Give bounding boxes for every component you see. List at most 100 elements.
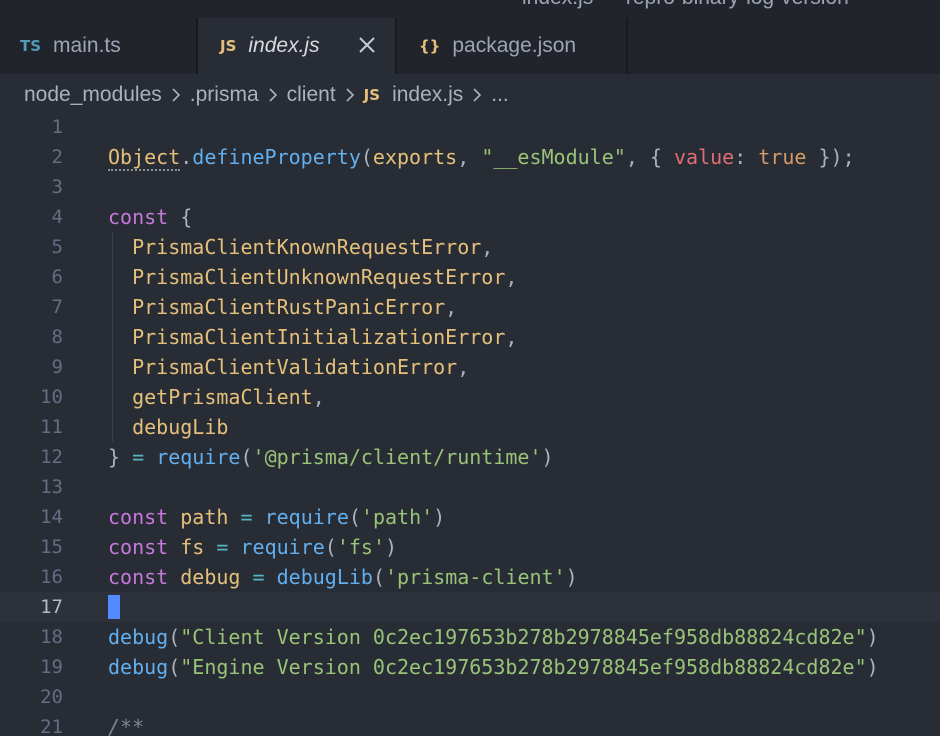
code-line[interactable]: 2 Object.defineProperty(exports, "__esMod… (0, 142, 940, 172)
line-number: 16 (40, 566, 63, 588)
line-number: 18 (40, 626, 63, 648)
code-text: debugLib (108, 412, 228, 442)
tab-index-js[interactable]: JS index.js (198, 18, 397, 74)
code-text: const debug = debugLib('prisma-client') (108, 562, 578, 592)
code-line[interactable]: 16 const debug = debugLib('prisma-client'… (0, 562, 940, 592)
code-line[interactable]: 17 (0, 592, 940, 622)
line-number: 19 (40, 656, 63, 678)
code-token: '@prisma/client/runtime' (252, 445, 542, 469)
code-token: const (108, 205, 169, 229)
javascript-file-icon: JS (363, 86, 381, 104)
code-token: PrismaClientRustPanicError (132, 295, 446, 319)
code-line[interactable]: 8 PrismaClientInitializationError, (0, 322, 940, 352)
chevron-right-icon (346, 88, 354, 102)
code-token: = (216, 535, 229, 559)
code-token: ) (541, 445, 554, 469)
line-number: 1 (51, 116, 63, 138)
code-line[interactable]: 11 debugLib (0, 412, 940, 442)
code-token: debug (108, 655, 169, 679)
breadcrumb-item-client[interactable]: client (287, 83, 336, 107)
code-line[interactable]: 18 debug("Client Version 0c2ec197653b278b… (0, 622, 940, 652)
tab-label: package.json (452, 34, 577, 57)
chevron-right-icon (473, 88, 482, 102)
editor-window: index.js — repro-binary-log-version TS m… (0, 0, 940, 736)
breadcrumb-item-node-modules[interactable]: node_modules (24, 83, 162, 107)
code-token: const (108, 505, 169, 529)
code-token: , (481, 235, 494, 259)
code-token: require (156, 445, 241, 469)
window-title: index.js — repro-binary-log-version (522, 0, 849, 10)
code-line[interactable]: 14 const path = require('path') (0, 502, 940, 532)
code-token: /** (108, 715, 145, 736)
line-number: 15 (40, 536, 63, 558)
line-number: 5 (51, 236, 63, 258)
code-token: 'prisma-client' (385, 565, 566, 589)
code-line[interactable]: 10 getPrismaClient, (0, 382, 940, 412)
code-line[interactable]: 19 debug("Engine Version 0c2ec197653b278b… (0, 652, 940, 682)
code-text: const fs = require('fs') (108, 532, 397, 562)
code-text: /** (108, 712, 144, 736)
code-token: value (673, 145, 735, 169)
code-token: , (505, 265, 518, 289)
code-token: ) (433, 505, 446, 529)
code-text: PrismaClientKnownRequestError, (108, 232, 493, 262)
code-token: ( (324, 535, 337, 559)
code-token: }); (806, 145, 855, 169)
breadcrumb-item-prisma[interactable]: .prisma (190, 83, 259, 107)
code-line[interactable]: 3 (0, 172, 940, 202)
code-line[interactable]: 9 PrismaClientValidationError, (0, 352, 940, 382)
breadcrumb-item-file[interactable]: index.js (392, 83, 463, 107)
code-token: ( (168, 625, 181, 649)
code-token: path (180, 505, 229, 529)
code-editor[interactable]: 1 2 Object.defineProperty(exports, "__esMo… (0, 112, 940, 736)
tab-package-json[interactable]: {} package.json (397, 18, 628, 74)
breadcrumb: node_modules .prisma client JS index.js … (0, 74, 940, 116)
line-number: 11 (40, 416, 63, 438)
code-text: PrismaClientInitializationError, (108, 322, 517, 352)
code-text: getPrismaClient, (108, 382, 325, 412)
tab-label: main.ts (53, 34, 121, 57)
line-number: 12 (40, 446, 63, 468)
code-text: PrismaClientValidationError, (108, 352, 469, 382)
code-token: debug (108, 625, 169, 649)
code-token: PrismaClientInitializationError (132, 325, 506, 349)
code-token: ( (348, 505, 361, 529)
code-line[interactable]: 5 PrismaClientKnownRequestError, (0, 232, 940, 262)
code-token: "Engine Version 0c2ec197653b278b2978845e… (180, 655, 867, 679)
code-line[interactable]: 6 PrismaClientUnknownRequestError, (0, 262, 940, 292)
line-number: 21 (40, 716, 63, 736)
code-line[interactable]: 12} = require('@prisma/client/runtime') (0, 442, 940, 472)
code-token: PrismaClientValidationError (132, 355, 458, 379)
line-number: 20 (40, 686, 63, 708)
code-line[interactable]: 4 const { (0, 202, 940, 232)
code-line[interactable]: 20 (0, 682, 940, 712)
breadcrumb-more[interactable]: ... (491, 83, 509, 107)
code-token: 'path' (360, 505, 434, 529)
code-token: "Client Version 0c2ec197653b278b2978845e… (180, 625, 867, 649)
close-icon[interactable] (357, 35, 377, 55)
code-line[interactable]: 15 const fs = require('fs') (0, 532, 940, 562)
code-token: ) (866, 655, 879, 679)
code-line[interactable]: 7 PrismaClientRustPanicError, (0, 292, 940, 322)
code-token: ( (240, 445, 253, 469)
code-token: ) (565, 565, 578, 589)
code-line[interactable]: 21 /** (0, 712, 940, 736)
code-token: , (312, 385, 325, 409)
code-token: ( (168, 655, 181, 679)
code-token: true (758, 145, 807, 169)
code-line[interactable]: 13 (0, 472, 940, 502)
tab-main-ts[interactable]: TS main.ts (0, 18, 198, 74)
code-line[interactable]: 1 (0, 112, 940, 142)
code-text: const path = require('path') (108, 502, 445, 532)
code-token: defineProperty (192, 145, 361, 169)
